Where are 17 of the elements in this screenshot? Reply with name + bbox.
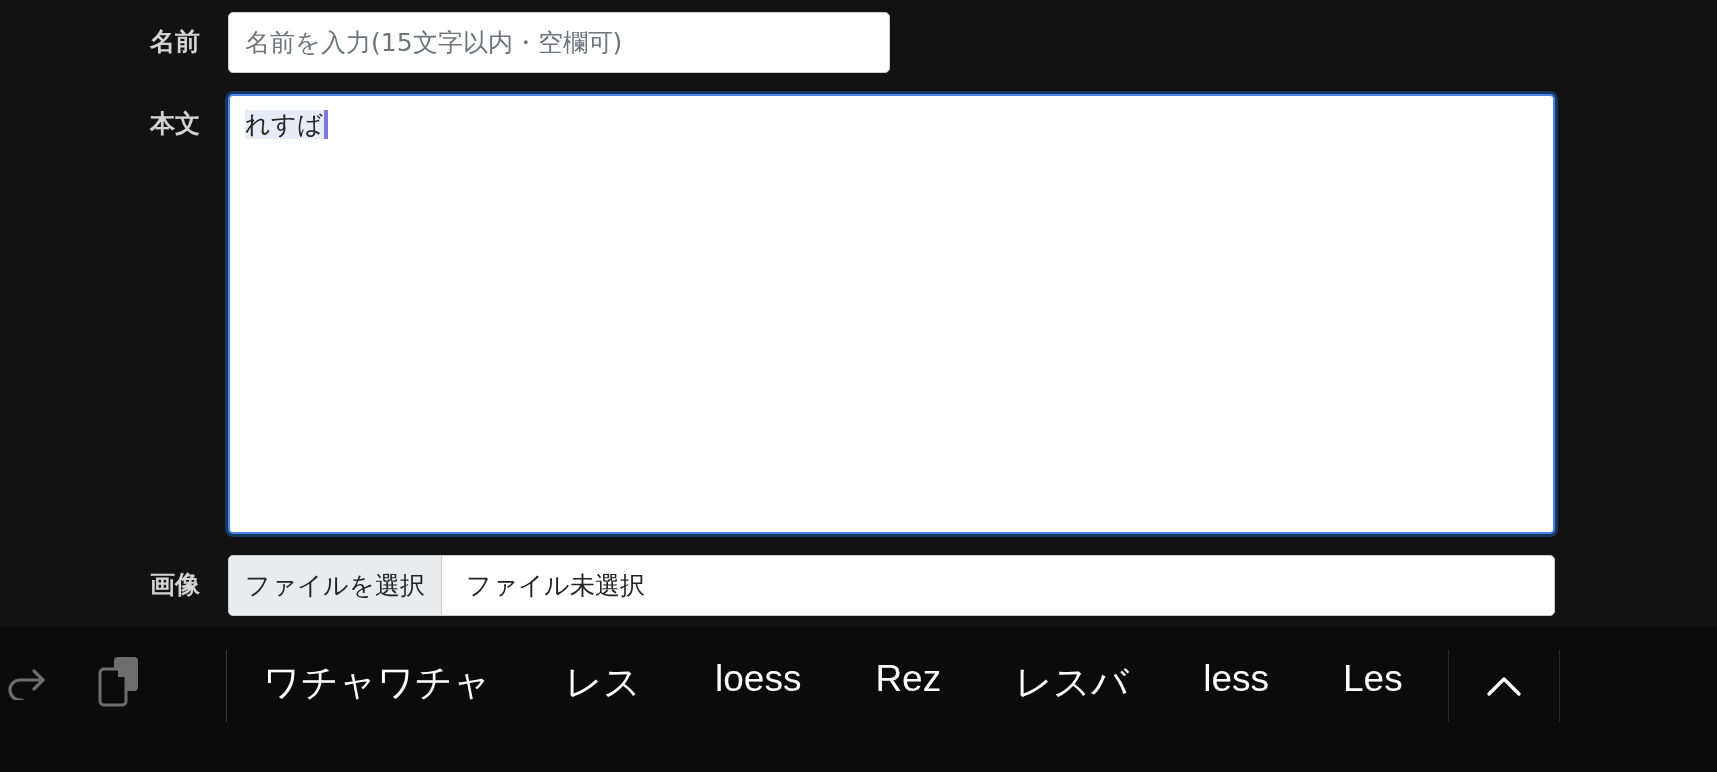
suggestion-word[interactable]: レス (565, 658, 641, 708)
suggestion-word[interactable]: Les (1343, 658, 1403, 708)
choose-file-button[interactable]: ファイルを選択 (229, 556, 442, 615)
clipboard-icon[interactable] (98, 655, 140, 707)
field-label: 名前 (149, 26, 200, 58)
file-status-text: ファイル未選択 (465, 570, 645, 602)
field-label: 本文 (148, 108, 200, 140)
suggestion-word[interactable]: レスバ (1015, 658, 1130, 708)
name-input-field[interactable]: 名前を入力(15文字以内・空欄可) (228, 12, 890, 73)
redo-icon[interactable] (6, 668, 46, 700)
body-text-field[interactable]: れすば (228, 94, 1555, 534)
chevron-up-icon[interactable] (1486, 675, 1522, 697)
suggestion-word[interactable]: Rez (875, 658, 942, 708)
field-label: 画像 (149, 569, 200, 601)
suggestion-word[interactable]: ワチャワチャ (263, 658, 491, 708)
suggestion-word[interactable]: loess (715, 658, 802, 708)
suggestion-word[interactable]: less (1203, 658, 1269, 708)
